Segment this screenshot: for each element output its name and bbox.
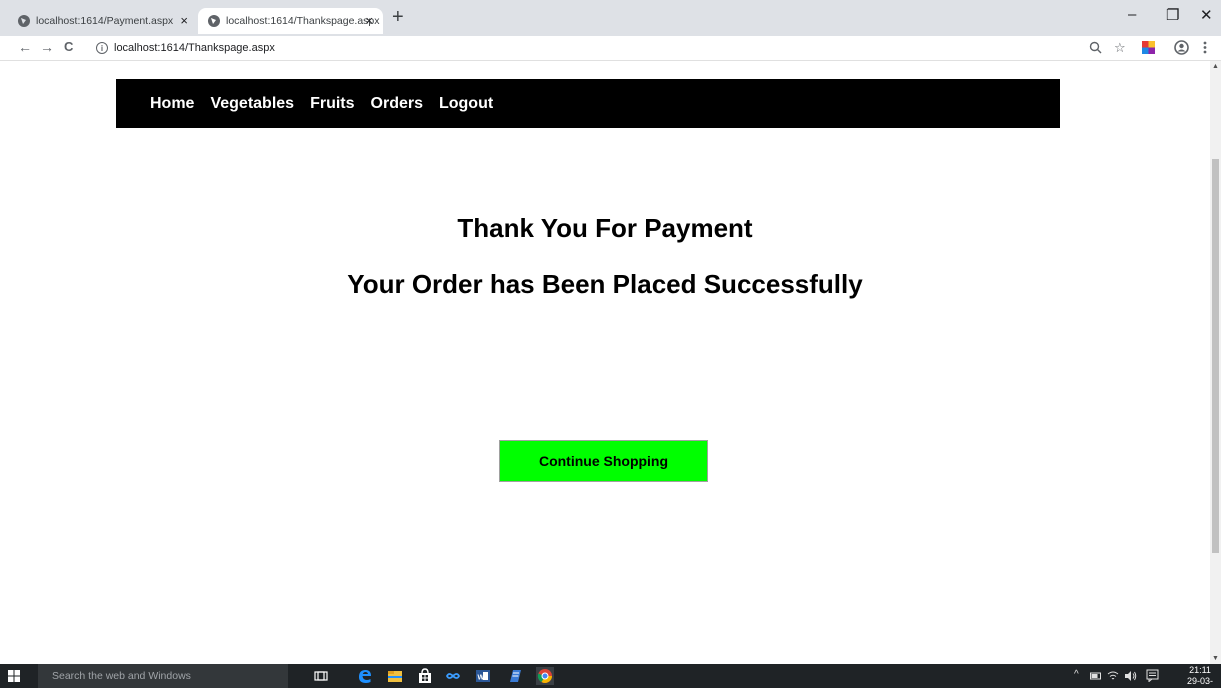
system-clock[interactable]: 21:11 29-03-2020 bbox=[1180, 665, 1220, 698]
back-button[interactable]: ← bbox=[18, 39, 32, 55]
scrollbar-thumb[interactable] bbox=[1212, 159, 1219, 553]
clock-time: 21:11 bbox=[1189, 665, 1211, 675]
battery-icon[interactable] bbox=[1090, 671, 1102, 681]
page-viewport: Home Vegetables Fruits Orders Logout Tha… bbox=[0, 61, 1210, 664]
browser-tab-strip: localhost:1614/Payment.aspx × localhost:… bbox=[0, 0, 1221, 36]
bookmark-star-icon[interactable]: ☆ bbox=[1114, 40, 1126, 56]
order-placed-heading: Your Order has Been Placed Successfully bbox=[347, 269, 863, 299]
zoom-icon[interactable] bbox=[1089, 41, 1102, 54]
vertical-scrollbar[interactable]: ▲ ▼ bbox=[1210, 61, 1221, 664]
address-bar[interactable]: i localhost:1614/Thankspage.aspx bbox=[96, 38, 1096, 58]
minimize-button[interactable]: – bbox=[1128, 6, 1136, 23]
menu-item-fruits[interactable]: Fruits bbox=[310, 95, 354, 113]
tab-title: localhost:1614/Payment.aspx bbox=[36, 15, 174, 27]
notifications-icon[interactable] bbox=[1146, 669, 1159, 682]
scroll-down-icon[interactable]: ▼ bbox=[1212, 655, 1219, 662]
globe-icon bbox=[18, 15, 30, 27]
menu-item-orders[interactable]: Orders bbox=[371, 95, 423, 113]
edge-browser-icon[interactable] bbox=[356, 667, 374, 685]
windows-start-icon[interactable] bbox=[8, 670, 20, 682]
clock-date: 29-03-2020 bbox=[1186, 676, 1213, 697]
reload-button[interactable]: C bbox=[64, 39, 73, 54]
maximize-button[interactable]: ❐ bbox=[1166, 6, 1179, 24]
menu-icon[interactable] bbox=[1203, 41, 1207, 54]
svg-text:W: W bbox=[478, 675, 485, 682]
tab-close-icon[interactable]: × bbox=[180, 13, 188, 28]
profile-icon[interactable] bbox=[1174, 40, 1189, 55]
windows-taskbar: Search the web and Windows W ^ 21:11 29-… bbox=[0, 664, 1221, 697]
volume-icon[interactable] bbox=[1124, 670, 1137, 682]
infinity-app-icon[interactable] bbox=[444, 667, 462, 685]
scroll-up-icon[interactable]: ▲ bbox=[1212, 63, 1219, 70]
tab-title: localhost:1614/Thankspage.aspx bbox=[226, 15, 380, 27]
url-text: localhost:1614/Thankspage.aspx bbox=[114, 42, 275, 54]
tab-thankspage[interactable]: localhost:1614/Thankspage.aspx × bbox=[198, 8, 383, 34]
notes-app-icon[interactable] bbox=[506, 667, 524, 685]
browser-toolbar: ← → C i localhost:1614/Thankspage.aspx ☆ bbox=[0, 36, 1221, 61]
thank-you-heading: Thank You For Payment bbox=[457, 213, 753, 243]
taskbar-search-box[interactable]: Search the web and Windows bbox=[38, 664, 288, 688]
search-placeholder: Search the web and Windows bbox=[52, 670, 191, 682]
new-tab-button[interactable]: + bbox=[392, 6, 404, 29]
task-view-icon[interactable] bbox=[312, 667, 330, 685]
chrome-icon[interactable] bbox=[536, 667, 554, 685]
tab-close-icon[interactable]: × bbox=[365, 13, 373, 28]
extension-icon[interactable] bbox=[1142, 41, 1155, 54]
site-info-icon[interactable]: i bbox=[96, 42, 108, 54]
globe-icon bbox=[208, 15, 220, 27]
tray-chevron-icon[interactable]: ^ bbox=[1074, 669, 1079, 680]
menu-item-vegetables[interactable]: Vegetables bbox=[210, 95, 294, 113]
continue-shopping-button[interactable]: Continue Shopping bbox=[499, 440, 708, 482]
close-window-button[interactable]: ✕ bbox=[1200, 6, 1213, 24]
menu-item-home[interactable]: Home bbox=[150, 95, 194, 113]
store-icon[interactable] bbox=[416, 667, 434, 685]
menu-item-logout[interactable]: Logout bbox=[439, 95, 493, 113]
wifi-icon[interactable] bbox=[1107, 670, 1119, 682]
word-icon[interactable]: W bbox=[474, 667, 492, 685]
site-menu-bar: Home Vegetables Fruits Orders Logout bbox=[116, 79, 1060, 128]
tab-payment[interactable]: localhost:1614/Payment.aspx × bbox=[8, 8, 198, 34]
forward-button[interactable]: → bbox=[40, 39, 54, 55]
file-explorer-icon[interactable] bbox=[386, 667, 404, 685]
